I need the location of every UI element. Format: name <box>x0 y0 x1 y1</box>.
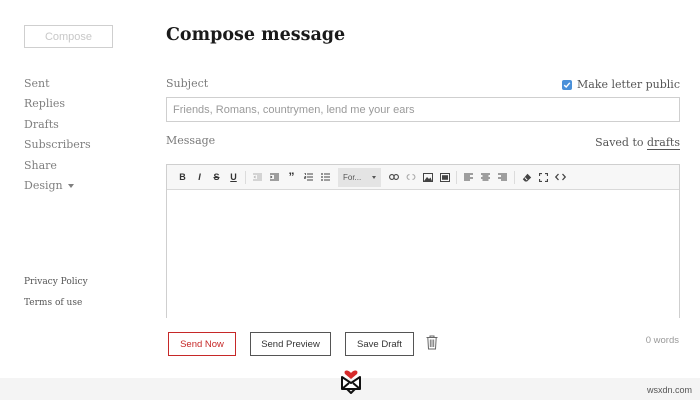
sidebar-item-label: Drafts <box>24 117 59 131</box>
sidebar-item-sent[interactable]: Sent <box>24 77 91 97</box>
word-count: 0 words <box>645 335 679 346</box>
subject-input[interactable] <box>166 97 680 122</box>
sidebar-item-drafts[interactable]: Drafts <box>24 118 91 138</box>
fullscreen-icon[interactable] <box>535 165 552 190</box>
make-public-toggle[interactable]: Make letter public <box>562 78 680 91</box>
eraser-icon[interactable] <box>518 165 535 190</box>
unlink-icon[interactable] <box>402 165 419 190</box>
outdent-icon[interactable] <box>249 165 266 190</box>
privacy-policy-link[interactable]: Privacy Policy <box>24 277 88 298</box>
sidebar-item-label: Sent <box>24 77 50 90</box>
align-left-icon[interactable] <box>460 165 477 190</box>
blockquote-button[interactable]: ” <box>283 165 300 190</box>
drafts-link[interactable]: drafts <box>647 136 680 150</box>
saved-prefix: Saved to <box>595 136 644 149</box>
editor-toolbar: B I S U ” For... <box>167 165 679 190</box>
send-now-button[interactable]: Send Now <box>168 332 236 356</box>
sidebar-item-label: Subscribers <box>24 138 91 152</box>
sidebar-item-label: Design <box>24 178 63 192</box>
format-dropdown[interactable]: For... <box>338 167 381 187</box>
watermark: wsxdn.com <box>646 385 692 395</box>
bullet-list-icon[interactable] <box>317 165 334 190</box>
underline-button[interactable]: U <box>225 165 242 190</box>
compose-button[interactable]: Compose <box>24 25 113 48</box>
subject-label: Subject <box>166 77 209 90</box>
message-editor: B I S U ” For... <box>166 164 680 318</box>
letter-heart-logo-icon <box>339 364 363 398</box>
terms-of-use-link[interactable]: Terms of use <box>24 298 88 319</box>
checkmark-icon <box>563 81 571 88</box>
message-label: Message <box>166 134 216 147</box>
code-icon[interactable] <box>552 165 569 190</box>
toolbar-divider <box>245 170 246 184</box>
message-body-input[interactable] <box>167 190 679 318</box>
sidebar-item-design[interactable]: Design <box>24 179 91 199</box>
indent-icon[interactable] <box>266 165 283 190</box>
make-public-label: Make letter public <box>577 78 680 91</box>
align-center-icon[interactable] <box>477 165 494 190</box>
embed-icon[interactable] <box>436 165 453 190</box>
sidebar-nav: Sent Replies Drafts Subscribers Share De… <box>24 77 91 199</box>
sidebar-item-label: Replies <box>24 97 66 111</box>
send-preview-button[interactable]: Send Preview <box>250 332 331 356</box>
saved-status: Saved to drafts <box>595 136 680 150</box>
strikethrough-button[interactable]: S <box>208 165 225 190</box>
chevron-down-icon <box>67 183 74 188</box>
sidebar-item-subscribers[interactable]: Subscribers <box>24 138 91 158</box>
page-title: Compose message <box>166 25 346 45</box>
save-draft-button[interactable]: Save Draft <box>345 332 414 356</box>
toolbar-divider <box>514 170 515 184</box>
make-public-checkbox[interactable] <box>562 79 572 90</box>
align-right-icon[interactable] <box>494 165 511 190</box>
format-dropdown-label: For... <box>343 172 362 182</box>
link-icon[interactable] <box>385 165 402 190</box>
ordered-list-icon[interactable] <box>300 165 317 190</box>
footer-links: Privacy Policy Terms of use <box>24 277 88 319</box>
trash-icon[interactable] <box>426 335 438 354</box>
image-icon[interactable] <box>419 165 436 190</box>
chevron-down-icon <box>372 175 376 179</box>
toolbar-divider <box>456 170 457 184</box>
bold-button[interactable]: B <box>174 165 191 190</box>
sidebar-item-replies[interactable]: Replies <box>24 97 91 117</box>
sidebar-item-share[interactable]: Share <box>24 159 91 179</box>
sidebar-item-label: Share <box>24 158 57 172</box>
italic-button[interactable]: I <box>191 165 208 190</box>
